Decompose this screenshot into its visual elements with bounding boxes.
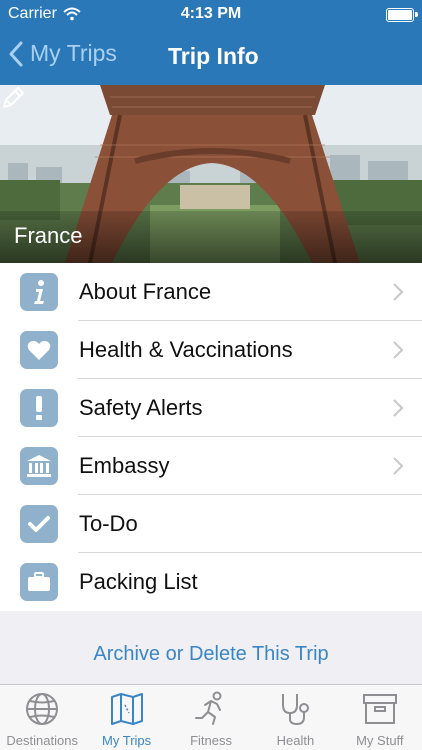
tab-label: Destinations xyxy=(6,733,78,748)
chevron-right-icon xyxy=(393,283,404,301)
destination-hero-image: France xyxy=(0,85,422,263)
checkmark-icon xyxy=(20,505,58,543)
back-button[interactable]: My Trips xyxy=(8,40,117,67)
menu-item-label: To-Do xyxy=(79,511,138,536)
stethoscope-icon xyxy=(282,694,310,726)
tab-destinations[interactable]: Destinations xyxy=(0,685,84,750)
tab-label: Health xyxy=(276,733,315,748)
tab-bar: Destinations My Trips Fitness Health My … xyxy=(0,684,422,750)
menu-item-embassy[interactable]: Embassy xyxy=(0,437,422,495)
menu-item-label: Packing List xyxy=(79,569,198,594)
battery-icon xyxy=(386,8,418,22)
exclamation-icon xyxy=(20,389,58,427)
heart-icon xyxy=(20,331,58,369)
status-bar: Carrier 4:13 PM xyxy=(0,0,422,30)
chevron-right-icon xyxy=(393,457,404,475)
menu-item-label: Safety Alerts xyxy=(79,395,203,420)
chevron-right-icon xyxy=(393,341,404,359)
menu-item-label: Health & Vaccinations xyxy=(79,337,293,362)
briefcase-icon xyxy=(20,563,58,601)
trip-info-menu: About France Health & Vaccinations Safet… xyxy=(0,263,422,611)
tab-label: My Stuff xyxy=(356,733,404,748)
menu-item-safety-alerts[interactable]: Safety Alerts xyxy=(0,379,422,437)
chevron-left-icon xyxy=(9,41,23,66)
menu-item-health-vaccinations[interactable]: Health & Vaccinations xyxy=(0,321,422,379)
pencil-icon[interactable] xyxy=(0,85,26,111)
tab-my-stuff[interactable]: My Stuff xyxy=(338,685,422,750)
menu-item-packing-list[interactable]: Packing List xyxy=(0,553,422,611)
tab-my-trips[interactable]: My Trips xyxy=(84,685,168,750)
tab-fitness[interactable]: Fitness xyxy=(169,685,253,750)
tab-label: Fitness xyxy=(190,733,232,748)
country-name: France xyxy=(14,223,83,248)
box-icon xyxy=(362,694,397,724)
menu-item-about-france[interactable]: About France xyxy=(0,263,422,321)
clock: 4:13 PM xyxy=(180,5,242,22)
info-icon xyxy=(20,273,58,311)
menu-item-to-do[interactable]: To-Do xyxy=(0,495,422,553)
back-label: My Trips xyxy=(30,40,117,66)
menu-item-label: About France xyxy=(79,279,212,304)
globe-icon xyxy=(26,693,59,725)
archive-delete-trip-link[interactable]: Archive or Delete This Trip xyxy=(0,643,422,666)
chevron-right-icon xyxy=(393,399,404,417)
tab-label: My Trips xyxy=(102,733,152,748)
building-icon xyxy=(20,447,58,485)
navigation-bar: My Trips Trip Info xyxy=(0,30,422,85)
runner-icon xyxy=(195,691,222,725)
page-title: Trip Info xyxy=(168,43,259,69)
menu-item-label: Embassy xyxy=(79,453,170,478)
tab-health[interactable]: Health xyxy=(253,685,337,750)
map-icon xyxy=(110,693,143,725)
